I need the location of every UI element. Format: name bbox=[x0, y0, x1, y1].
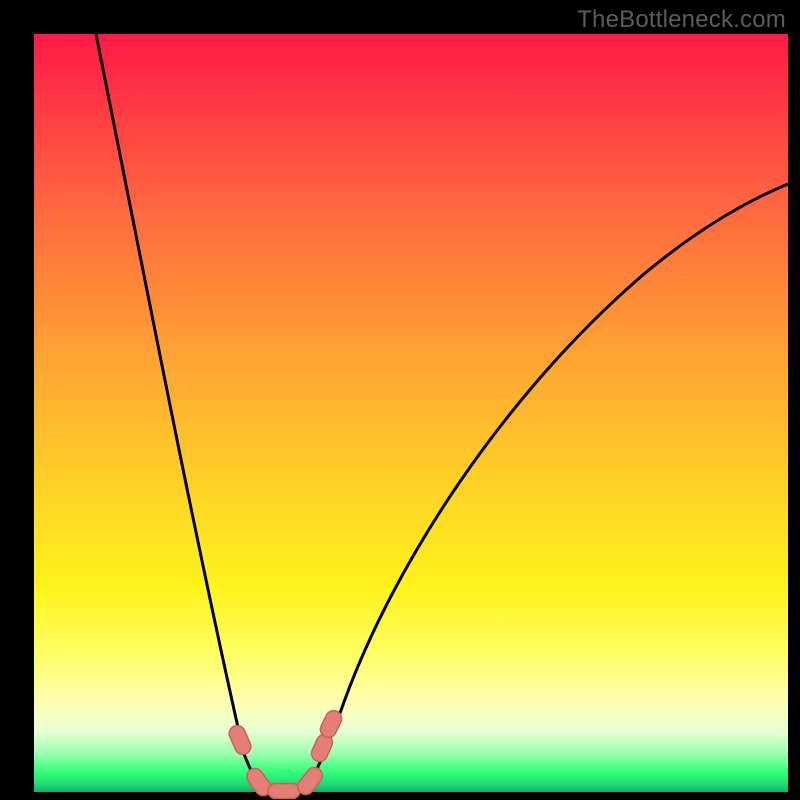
chart-overlay bbox=[34, 34, 788, 792]
chart-frame: TheBottleneck.com bbox=[0, 0, 800, 800]
marker-1 bbox=[227, 723, 254, 757]
marker-3 bbox=[268, 784, 300, 799]
bottleneck-curve bbox=[96, 34, 788, 790]
watermark-text: TheBottleneck.com bbox=[577, 6, 786, 34]
plot-area bbox=[34, 34, 788, 792]
curve-markers bbox=[227, 708, 345, 799]
